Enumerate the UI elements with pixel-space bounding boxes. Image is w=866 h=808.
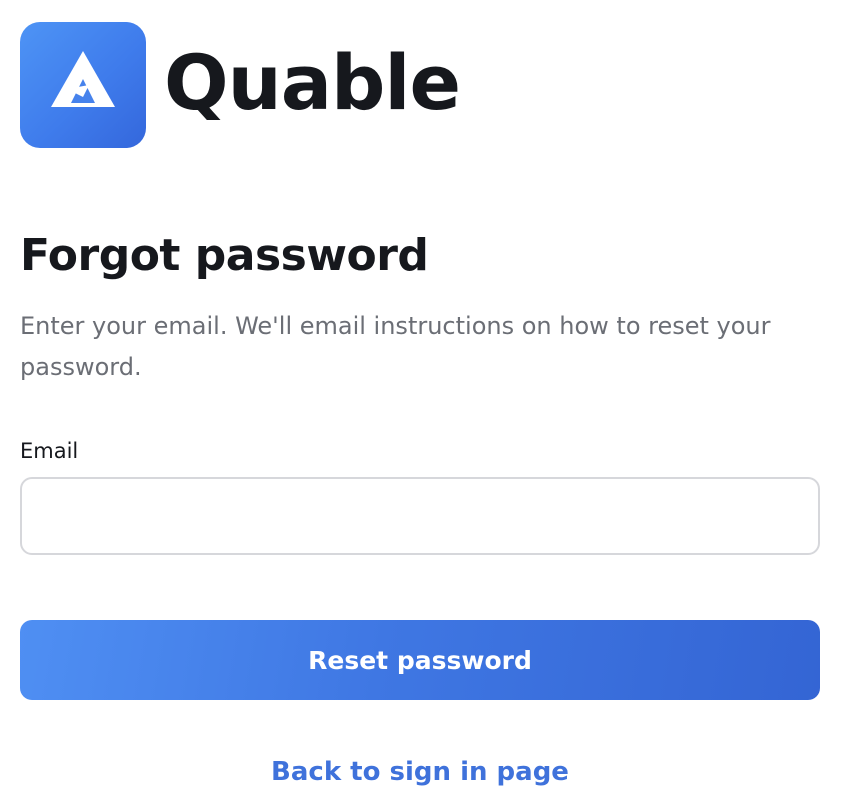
brand-header: Quable [20, 22, 820, 148]
email-field[interactable] [20, 477, 820, 555]
brand-name: Quable [164, 38, 461, 127]
forgot-password-panel: Quable Forgot password Enter your email.… [20, 22, 820, 789]
back-to-sign-in-link[interactable]: Back to sign in page [20, 755, 820, 789]
page-title: Forgot password [20, 230, 429, 281]
quable-logo-icon [20, 22, 146, 148]
page-subtitle: Enter your email. We'll email instructio… [20, 312, 771, 381]
email-label: Email [20, 439, 79, 463]
reset-password-button[interactable]: Reset password [20, 620, 820, 700]
